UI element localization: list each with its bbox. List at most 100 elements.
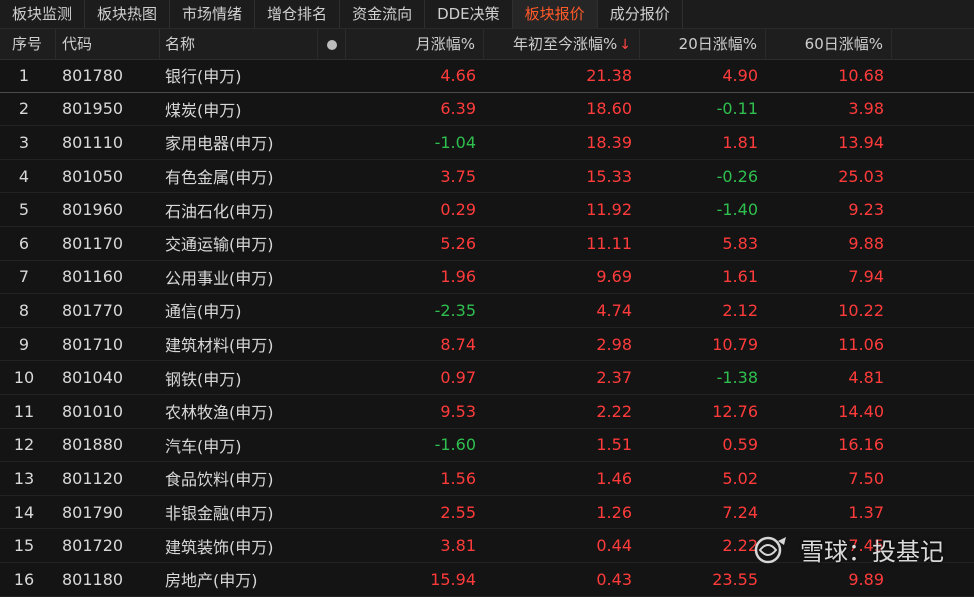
table-row[interactable]: 9 801710 建筑材料(申万) 8.74 2.98 10.79 11.06 — [0, 328, 974, 362]
row-month-change: 9.53 — [440, 401, 476, 421]
watermark: 雪球：投基记 — [752, 532, 944, 567]
row-20day-change: 0.59 — [722, 435, 758, 455]
row-20day-change: 4.90 — [722, 65, 758, 85]
row-index: 13 — [13, 468, 35, 488]
row-ytd-change: 1.26 — [596, 502, 632, 522]
row-ytd-change: 9.69 — [596, 267, 632, 287]
row-code: 801710 — [62, 334, 124, 354]
row-code: 801110 — [62, 132, 124, 152]
table-row[interactable]: 3 801110 家用电器(申万) -1.04 18.39 1.81 13.94 — [0, 126, 974, 160]
row-code: 801010 — [62, 401, 124, 421]
row-name: 房地产(申万) — [165, 571, 258, 591]
row-code: 801880 — [62, 435, 124, 455]
row-index: 14 — [13, 502, 35, 522]
row-20day-change: -0.11 — [716, 99, 758, 119]
row-60day-change: 10.68 — [838, 65, 884, 85]
tab-1[interactable]: 板块热图 — [85, 0, 171, 28]
row-name: 钢铁(申万) — [165, 369, 242, 389]
row-month-change: 8.74 — [440, 334, 476, 354]
row-ytd-change: 2.37 — [596, 368, 632, 388]
table-row[interactable]: 16 801180 房地产(申万) 15.94 0.43 23.55 9.89 — [0, 563, 974, 597]
tab-0[interactable]: 板块监测 — [0, 0, 86, 28]
row-name: 建筑材料(申万) — [165, 336, 274, 356]
row-month-change: 6.39 — [440, 99, 476, 119]
table-row[interactable]: 6 801170 交通运输(申万) 5.26 11.11 5.83 9.88 — [0, 227, 974, 261]
table-row[interactable]: 10 801040 钢铁(申万) 0.97 2.37 -1.38 4.81 — [0, 361, 974, 395]
tab-7[interactable]: 成分报价 — [598, 0, 683, 28]
row-code: 801960 — [62, 200, 124, 220]
row-20day-change: 1.61 — [722, 267, 758, 287]
row-ytd-change: 21.38 — [586, 65, 632, 85]
row-index: 10 — [13, 368, 35, 388]
tab-4[interactable]: 资金流向 — [340, 0, 426, 28]
row-20day-change: -1.40 — [716, 200, 758, 220]
table-header: 序号 代码 名称 月涨幅% 年初至今涨幅% ↓ 20日涨幅% 60日涨幅% — [0, 29, 974, 60]
row-name: 银行(申万) — [165, 67, 242, 87]
watermark-text: 雪球：投基记 — [800, 538, 944, 566]
tab-5[interactable]: DDE决策 — [425, 0, 513, 28]
row-month-change: 4.66 — [440, 65, 476, 85]
row-name: 通信(申万) — [165, 302, 242, 322]
tab-6[interactable]: 板块报价 — [512, 0, 598, 28]
table-row[interactable]: 5 801960 石油石化(申万) 0.29 11.92 -1.40 9.23 — [0, 193, 974, 227]
row-60day-change: 9.89 — [848, 569, 884, 589]
row-ytd-change: 1.46 — [596, 468, 632, 488]
tab-2[interactable]: 市场情绪 — [170, 0, 256, 28]
table-row[interactable]: 2 801950 煤炭(申万) 6.39 18.60 -0.11 3.98 — [0, 93, 974, 127]
column-settings-dot-icon[interactable] — [318, 29, 346, 59]
header-20day-change[interactable]: 20日涨幅% — [640, 29, 766, 59]
row-20day-change: -0.26 — [716, 166, 758, 186]
header-name[interactable]: 名称 — [160, 29, 318, 59]
row-month-change: -1.04 — [434, 132, 476, 152]
tab-bar: 板块监测 板块热图 市场情绪 增仓排名 资金流向 DDE决策 板块报价 成分报价 — [0, 0, 974, 29]
row-name: 公用事业(申万) — [165, 268, 274, 288]
row-60day-change: 13.94 — [838, 132, 884, 152]
row-ytd-change: 11.92 — [586, 200, 632, 220]
row-month-change: 1.96 — [440, 267, 476, 287]
row-month-change: 0.97 — [440, 368, 476, 388]
sort-desc-arrow-icon: ↓ — [619, 37, 631, 53]
row-index: 4 — [18, 166, 30, 186]
row-month-change: -1.60 — [434, 435, 476, 455]
table-row[interactable]: 11 801010 农林牧渔(申万) 9.53 2.22 12.76 14.40 — [0, 395, 974, 429]
row-month-change: 15.94 — [430, 569, 476, 589]
row-ytd-change: 15.33 — [586, 166, 632, 186]
table-row[interactable]: 14 801790 非银金融(申万) 2.55 1.26 7.24 1.37 — [0, 496, 974, 530]
row-60day-change: 4.81 — [848, 368, 884, 388]
row-index: 8 — [18, 300, 30, 320]
table-row[interactable]: 4 801050 有色金属(申万) 3.75 15.33 -0.26 25.03 — [0, 160, 974, 194]
header-ytd-change[interactable]: 年初至今涨幅% ↓ — [484, 29, 640, 59]
tab-3[interactable]: 增仓排名 — [255, 0, 341, 28]
table-row[interactable]: 13 801120 食品饮料(申万) 1.56 1.46 5.02 7.50 — [0, 462, 974, 496]
row-20day-change: 7.24 — [722, 502, 758, 522]
row-month-change: 5.26 — [440, 233, 476, 253]
row-name: 交通运输(申万) — [165, 235, 274, 255]
row-name: 建筑装饰(申万) — [165, 537, 274, 557]
table-row[interactable]: 7 801160 公用事业(申万) 1.96 9.69 1.61 7.94 — [0, 261, 974, 295]
row-index: 6 — [18, 233, 30, 253]
row-ytd-change: 0.43 — [596, 569, 632, 589]
row-code: 801170 — [62, 233, 124, 253]
row-month-change: 2.55 — [440, 502, 476, 522]
header-code[interactable]: 代码 — [56, 29, 160, 59]
table-row[interactable]: 1 801780 银行(申万) 4.66 21.38 4.90 10.68 — [0, 59, 974, 93]
row-index: 5 — [18, 200, 30, 220]
table-row[interactable]: 8 801770 通信(申万) -2.35 4.74 2.12 10.22 — [0, 294, 974, 328]
row-20day-change: 5.83 — [722, 233, 758, 253]
row-code: 801720 — [62, 536, 124, 556]
row-code: 801780 — [62, 65, 124, 85]
row-month-change: -2.35 — [434, 300, 476, 320]
header-60day-change[interactable]: 60日涨幅% — [766, 29, 892, 59]
header-index[interactable]: 序号 — [0, 29, 56, 59]
row-60day-change: 7.50 — [848, 468, 884, 488]
row-name: 食品饮料(申万) — [165, 470, 274, 490]
row-ytd-change: 18.39 — [586, 132, 632, 152]
row-index: 7 — [18, 267, 30, 287]
row-name: 家用电器(申万) — [165, 134, 274, 154]
header-ytd-label: 年初至今涨幅% — [513, 35, 618, 53]
table-row[interactable]: 12 801880 汽车(申万) -1.60 1.51 0.59 16.16 — [0, 429, 974, 463]
header-month-change[interactable]: 月涨幅% — [346, 29, 484, 59]
row-code: 801050 — [62, 166, 124, 186]
row-ytd-change: 4.74 — [596, 300, 632, 320]
row-60day-change: 7.94 — [848, 267, 884, 287]
